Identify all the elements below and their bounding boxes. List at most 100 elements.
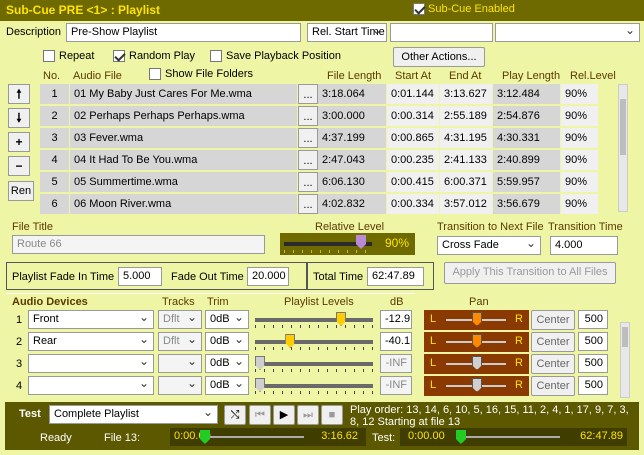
level-slider[interactable] bbox=[251, 310, 377, 330]
trim-select[interactable]: 0dB bbox=[205, 376, 249, 395]
row-start[interactable]: 0:00.865 bbox=[387, 128, 440, 148]
row-rel[interactable]: 90% bbox=[561, 150, 599, 170]
pan-thumb[interactable] bbox=[472, 378, 482, 392]
rel-start-time-input[interactable] bbox=[390, 23, 493, 42]
trim-select[interactable]: 0dB bbox=[205, 354, 249, 373]
row-end[interactable]: 4:31.195 bbox=[440, 128, 493, 148]
row-rel[interactable]: 90% bbox=[561, 128, 599, 148]
other-actions-button[interactable]: Other Actions... bbox=[393, 47, 485, 67]
fade-in-input[interactable]: 5.000 bbox=[118, 267, 162, 286]
center-button[interactable]: Center bbox=[531, 332, 575, 352]
row-rel[interactable]: 90% bbox=[561, 194, 599, 214]
move-down-button[interactable]: 🠗 bbox=[8, 108, 30, 128]
row-rel[interactable]: 90% bbox=[561, 84, 599, 104]
row-rel[interactable]: 90% bbox=[561, 172, 599, 192]
test-progress-bar[interactable]: 0:00.00 62:47.89 bbox=[400, 428, 627, 446]
pan-slider[interactable]: L R bbox=[424, 376, 529, 396]
transition-select[interactable]: Cross Fade bbox=[437, 236, 541, 255]
db-input[interactable]: -INF bbox=[380, 354, 412, 373]
center-button[interactable]: Center bbox=[531, 354, 575, 374]
next-button[interactable]: ⏭ bbox=[297, 405, 319, 425]
tracks-select[interactable] bbox=[158, 376, 202, 395]
row-end[interactable]: 3:13.627 bbox=[440, 84, 493, 104]
pan-slider[interactable]: L R bbox=[424, 310, 529, 330]
apply-all-button[interactable]: Apply This Transition to All Files bbox=[444, 262, 616, 284]
level-thumb[interactable] bbox=[336, 312, 346, 326]
table-row[interactable]: 1 01 My Baby Just Cares For Me.wma... 3:18… bbox=[40, 84, 599, 104]
tracks-select[interactable]: Dflt bbox=[158, 332, 202, 351]
pan-thumb[interactable] bbox=[472, 356, 482, 370]
table-scrollbar[interactable] bbox=[618, 84, 628, 212]
slider-thumb[interactable] bbox=[356, 235, 366, 249]
description-input[interactable]: Pre-Show Playlist bbox=[66, 23, 301, 42]
file-progress-bar[interactable]: 0:00.00 3:16.62 bbox=[170, 428, 366, 446]
pan-value-input[interactable]: 500 bbox=[578, 376, 608, 395]
level-slider[interactable] bbox=[251, 354, 377, 374]
pan-value-input[interactable]: 500 bbox=[578, 310, 608, 329]
subcue-enabled-checkbox[interactable]: Sub-Cue Enabled bbox=[413, 3, 515, 15]
scrollbar-thumb[interactable] bbox=[622, 327, 628, 347]
rename-button[interactable]: Ren bbox=[8, 181, 34, 201]
db-input[interactable]: -40.1 bbox=[380, 332, 412, 351]
test-progress-thumb[interactable] bbox=[456, 430, 466, 444]
transition-time-input[interactable]: 4.000 bbox=[550, 236, 618, 255]
level-thumb[interactable] bbox=[255, 378, 265, 392]
audio-scrollbar[interactable] bbox=[620, 322, 630, 398]
rel-start-target-select[interactable] bbox=[495, 23, 640, 42]
shuffle-button[interactable]: ⤭ bbox=[224, 405, 246, 425]
tracks-select[interactable] bbox=[158, 354, 202, 373]
rel-start-select[interactable]: Rel. Start Time bbox=[307, 23, 387, 42]
pan-value-input[interactable]: 500 bbox=[578, 332, 608, 351]
pan-slider[interactable]: L R bbox=[424, 332, 529, 352]
row-start[interactable]: 0:00.334 bbox=[387, 194, 440, 214]
random-play-checkbox[interactable]: Random Play bbox=[113, 50, 195, 62]
trim-select[interactable]: 0dB bbox=[205, 310, 249, 329]
device-select[interactable]: Front bbox=[28, 310, 154, 329]
fade-out-input[interactable]: 20.000 bbox=[247, 267, 289, 286]
center-button[interactable]: Center bbox=[531, 310, 575, 330]
table-row[interactable]: 4 04 It Had To Be You.wma... 2:47.043 0:00.… bbox=[40, 150, 599, 170]
row-start[interactable]: 0:00.314 bbox=[387, 106, 440, 126]
table-row[interactable]: 3 03 Fever.wma... 4:37.199 0:00.865 4:31.195… bbox=[40, 128, 599, 148]
browse-button[interactable]: ... bbox=[298, 194, 318, 214]
remove-button[interactable]: − bbox=[8, 156, 30, 176]
test-mode-select[interactable]: Complete Playlist bbox=[49, 405, 218, 424]
db-input[interactable]: -12.9 bbox=[380, 310, 412, 329]
table-row[interactable]: 5 05 Summertime.wma... 6:06.130 0:00.415 6:0… bbox=[40, 172, 599, 192]
device-select[interactable] bbox=[28, 354, 154, 373]
table-row[interactable]: 6 06 Moon River.wma... 4:02.832 0:00.334 3:5… bbox=[40, 194, 599, 214]
browse-button[interactable]: ... bbox=[298, 128, 318, 148]
level-thumb[interactable] bbox=[285, 334, 296, 348]
stop-button[interactable]: ■ bbox=[321, 405, 343, 425]
pan-thumb[interactable] bbox=[472, 334, 482, 348]
browse-button[interactable]: ... bbox=[298, 84, 318, 104]
tracks-select[interactable]: Dflt bbox=[158, 310, 202, 329]
row-end[interactable]: 6:00.371 bbox=[440, 172, 493, 192]
browse-button[interactable]: ... bbox=[298, 106, 318, 126]
scrollbar-thumb[interactable] bbox=[620, 99, 626, 155]
pan-value-input[interactable]: 500 bbox=[578, 354, 608, 373]
row-end[interactable]: 2:41.133 bbox=[440, 150, 493, 170]
row-start[interactable]: 0:00.235 bbox=[387, 150, 440, 170]
device-select[interactable] bbox=[28, 376, 154, 395]
level-slider[interactable] bbox=[251, 376, 377, 396]
play-button[interactable]: ▶ bbox=[273, 405, 295, 425]
row-start[interactable]: 0:00.415 bbox=[387, 172, 440, 192]
repeat-checkbox[interactable]: Repeat bbox=[43, 50, 94, 62]
db-input[interactable]: -INF bbox=[380, 376, 412, 395]
relative-level-slider[interactable]: 90% bbox=[280, 233, 415, 255]
file-title-input[interactable]: Route 66 bbox=[12, 235, 265, 254]
device-select[interactable]: Rear bbox=[28, 332, 154, 351]
trim-select[interactable]: 0dB bbox=[205, 332, 249, 351]
row-rel[interactable]: 90% bbox=[561, 106, 599, 126]
center-button[interactable]: Center bbox=[531, 376, 575, 396]
browse-button[interactable]: ... bbox=[298, 172, 318, 192]
show-folders-checkbox[interactable]: Show File Folders bbox=[149, 68, 253, 80]
row-start[interactable]: 0:01.144 bbox=[387, 84, 440, 104]
browse-button[interactable]: ... bbox=[298, 150, 318, 170]
move-up-button[interactable]: 🠕 bbox=[8, 84, 30, 104]
save-position-checkbox[interactable]: Save Playback Position bbox=[210, 50, 341, 62]
table-row[interactable]: 2 02 Perhaps Perhaps Perhaps.wma... 3:00.0… bbox=[40, 106, 599, 126]
pan-thumb[interactable] bbox=[472, 312, 482, 326]
level-slider[interactable] bbox=[251, 332, 377, 352]
